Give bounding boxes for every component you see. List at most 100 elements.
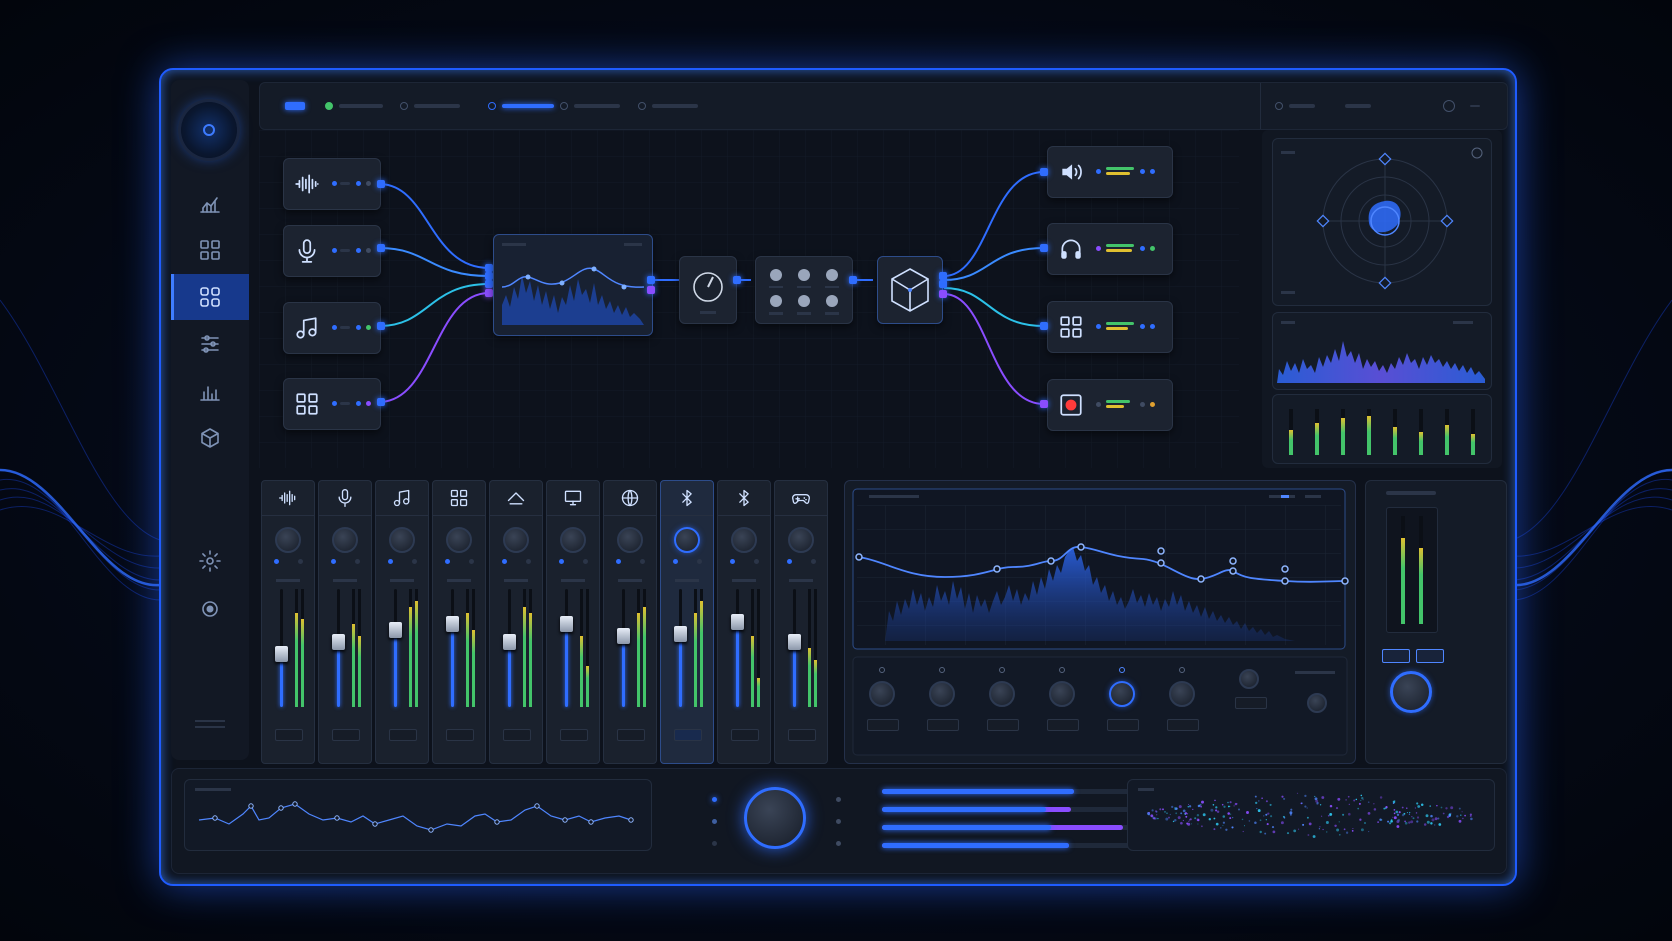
spatial-panner[interactable]	[1272, 138, 1492, 306]
output-node-apps[interactable]	[1047, 301, 1173, 353]
eq-band-knob[interactable]	[1109, 681, 1135, 707]
channel-pan-knob[interactable]	[560, 527, 586, 553]
tab-2[interactable]	[325, 98, 383, 114]
main-jog-knob[interactable]	[744, 787, 806, 849]
eq-q-button[interactable]	[1235, 697, 1267, 709]
eq-band-button[interactable]	[867, 719, 899, 731]
analytics-icon[interactable]	[171, 180, 249, 226]
eq-q-knob[interactable]	[1239, 669, 1259, 689]
channel-header[interactable]	[661, 481, 713, 516]
channel-fader[interactable]	[560, 616, 573, 633]
channel-mode-button[interactable]	[446, 729, 474, 741]
channel-header[interactable]	[547, 481, 599, 516]
channel-pan-knob[interactable]	[389, 527, 415, 553]
eq-band-button[interactable]	[927, 719, 959, 731]
channel-pan-knob[interactable]	[617, 527, 643, 553]
channel-mode-button[interactable]	[731, 729, 759, 741]
eq-band-knob[interactable]	[989, 681, 1015, 707]
fader-track[interactable]	[394, 589, 397, 707]
menu-handle[interactable]	[195, 720, 225, 728]
routing-icon[interactable]	[171, 274, 249, 320]
settings-icon[interactable]	[171, 538, 249, 584]
channel-fader[interactable]	[446, 616, 459, 633]
output-node-headphones[interactable]	[1047, 223, 1173, 275]
spatial-node[interactable]	[877, 256, 943, 324]
input-node-music[interactable]	[283, 302, 381, 354]
channel-mode-button[interactable]	[332, 729, 360, 741]
channel-header[interactable]	[319, 481, 371, 516]
channel-fader[interactable]	[389, 622, 402, 639]
fader-track[interactable]	[736, 589, 739, 707]
channel-header[interactable]	[262, 481, 314, 516]
channel-pan-knob[interactable]	[446, 527, 472, 553]
eq-band-button[interactable]	[1047, 719, 1079, 731]
eq-band-knob[interactable]	[929, 681, 955, 707]
output-node-record[interactable]	[1047, 379, 1173, 431]
channel-fader[interactable]	[617, 628, 630, 645]
channel-fader[interactable]	[674, 625, 687, 642]
channel-mode-button[interactable]	[275, 729, 303, 741]
input-node-microphone[interactable]	[283, 225, 381, 277]
channel-fader[interactable]	[275, 645, 288, 662]
particle	[1329, 804, 1333, 808]
fader-track[interactable]	[565, 589, 568, 707]
master-left-button[interactable]	[1382, 649, 1410, 663]
channel-pan-knob[interactable]	[275, 527, 301, 553]
tab-7[interactable]	[1275, 98, 1315, 114]
minimize-icon[interactable]	[1470, 98, 1480, 114]
input-node-waveform[interactable]	[283, 158, 381, 210]
gain-node[interactable]	[679, 256, 737, 324]
master-volume-knob[interactable]	[1390, 671, 1432, 713]
channel-fader[interactable]	[731, 614, 744, 631]
channel-fader[interactable]	[503, 634, 516, 651]
channel-pan-knob[interactable]	[503, 527, 529, 553]
analyzer-node[interactable]	[493, 234, 653, 336]
input-node-apps[interactable]	[283, 378, 381, 430]
channel-header[interactable]	[433, 481, 485, 516]
sliders-icon[interactable]	[171, 321, 249, 367]
channel-mode-button[interactable]	[503, 729, 531, 741]
tab-3[interactable]	[400, 98, 460, 114]
channel-pan-knob[interactable]	[674, 527, 700, 553]
eq-band-knob[interactable]	[1169, 681, 1195, 707]
master-right-button[interactable]	[1416, 649, 1444, 663]
eq-band-button[interactable]	[1107, 719, 1139, 731]
cube-icon[interactable]	[171, 415, 249, 461]
eq-band-knob[interactable]	[1049, 681, 1075, 707]
bar-chart-icon[interactable]	[171, 368, 249, 414]
channel-mode-button[interactable]	[617, 729, 645, 741]
channel-pan-knob[interactable]	[731, 527, 757, 553]
channel-mode-button[interactable]	[560, 729, 588, 741]
record-icon[interactable]	[171, 586, 249, 632]
tab-1[interactable]	[285, 98, 305, 114]
channel-fader[interactable]	[332, 634, 345, 651]
help-icon[interactable]	[1443, 98, 1455, 114]
eq-gain-knob[interactable]	[1307, 693, 1327, 713]
eq-band-button[interactable]	[1167, 719, 1199, 731]
knob-logo-icon[interactable]	[181, 102, 237, 158]
fader-track[interactable]	[679, 589, 682, 707]
eq-gain-slider[interactable]	[1295, 671, 1335, 674]
channel-header[interactable]	[718, 481, 770, 516]
eq-band-button[interactable]	[987, 719, 1019, 731]
channel-fader[interactable]	[788, 634, 801, 651]
fader-track[interactable]	[451, 589, 454, 707]
tab-5[interactable]	[560, 98, 620, 114]
channel-header[interactable]	[604, 481, 656, 516]
tab-4[interactable]	[488, 98, 554, 114]
tab-8[interactable]	[1345, 98, 1371, 114]
output-node-speaker[interactable]	[1047, 146, 1173, 198]
channel-pan-knob[interactable]	[788, 527, 814, 553]
channel-header[interactable]	[490, 481, 542, 516]
channel-mode-button[interactable]	[674, 729, 702, 741]
effects-node[interactable]	[755, 256, 853, 324]
tab-6[interactable]	[638, 98, 698, 114]
channel-pan-knob[interactable]	[332, 527, 358, 553]
channel-mode-button[interactable]	[389, 729, 417, 741]
eq-band-knob[interactable]	[869, 681, 895, 707]
channel-mode-button[interactable]	[788, 729, 816, 741]
channel-header[interactable]	[376, 481, 428, 516]
grid-icon[interactable]	[171, 227, 249, 273]
fader-track[interactable]	[622, 589, 625, 707]
channel-header[interactable]	[775, 481, 827, 516]
